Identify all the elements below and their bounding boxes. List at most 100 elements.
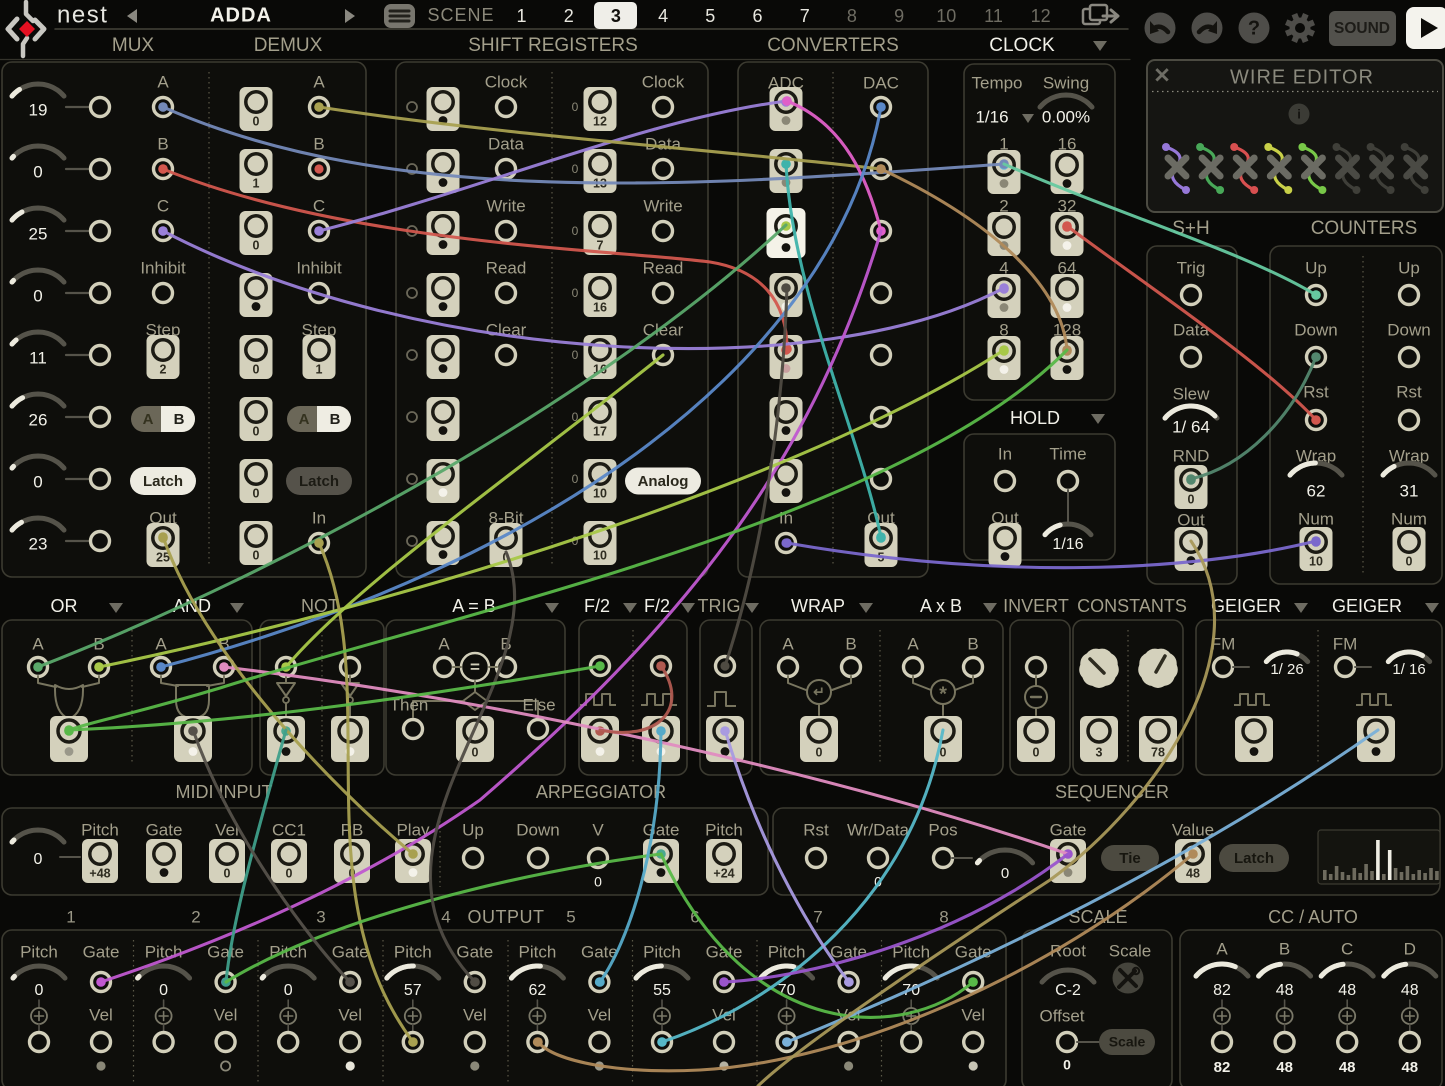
- svg-text:1: 1: [316, 362, 323, 376]
- svg-text:0: 0: [33, 472, 42, 491]
- svg-text:PB: PB: [341, 820, 364, 839]
- svg-text:Pos: Pos: [928, 820, 957, 839]
- svg-text:8: 8: [847, 6, 857, 26]
- svg-text:SOUND: SOUND: [1334, 20, 1390, 37]
- svg-text:Rst: Rst: [1303, 382, 1329, 401]
- svg-text:↵: ↵: [813, 684, 825, 700]
- svg-text:1: 1: [66, 907, 75, 926]
- svg-text:7: 7: [800, 6, 810, 26]
- svg-text:Latch: Latch: [299, 473, 339, 490]
- svg-text:COUNTERS: COUNTERS: [1311, 218, 1418, 239]
- svg-text:Pitch: Pitch: [643, 942, 681, 961]
- svg-text:1/ 16: 1/ 16: [1392, 661, 1425, 678]
- svg-text:57: 57: [404, 982, 422, 999]
- svg-text:C: C: [157, 196, 169, 215]
- svg-text:Gate: Gate: [83, 942, 120, 961]
- svg-text:Tie: Tie: [1119, 850, 1140, 867]
- svg-text:DEMUX: DEMUX: [254, 35, 323, 56]
- svg-text:62: 62: [529, 982, 547, 999]
- svg-text:B: B: [313, 134, 324, 153]
- svg-text:Gate: Gate: [146, 820, 183, 839]
- svg-text:0: 0: [224, 866, 231, 880]
- svg-text:CONVERTERS: CONVERTERS: [767, 35, 899, 56]
- svg-text:S+H: S+H: [1172, 218, 1210, 239]
- svg-text:0: 0: [472, 745, 479, 759]
- svg-text:B: B: [330, 411, 341, 428]
- svg-text:A: A: [1216, 939, 1228, 958]
- svg-text:48: 48: [1339, 1059, 1356, 1076]
- svg-text:i: i: [1297, 106, 1301, 121]
- svg-text:B: B: [845, 634, 856, 653]
- svg-text:11: 11: [29, 348, 47, 367]
- svg-text:0: 0: [253, 548, 260, 562]
- svg-text:B: B: [1279, 939, 1290, 958]
- svg-text:1: 1: [253, 176, 260, 190]
- svg-text:V: V: [592, 820, 604, 839]
- svg-text:+48: +48: [89, 866, 110, 880]
- svg-text:Scale: Scale: [1109, 941, 1152, 960]
- svg-text:A: A: [438, 634, 450, 653]
- svg-text:62: 62: [1307, 481, 1326, 500]
- svg-text:Gate: Gate: [1050, 820, 1087, 839]
- svg-text:Pitch: Pitch: [20, 942, 58, 961]
- svg-text:48: 48: [1338, 982, 1356, 999]
- svg-text:A: A: [157, 72, 169, 91]
- svg-text:RND: RND: [1173, 446, 1210, 465]
- svg-text:A: A: [907, 634, 919, 653]
- svg-text:Data: Data: [645, 134, 681, 153]
- svg-text:5: 5: [705, 6, 715, 26]
- svg-text:48: 48: [1276, 982, 1294, 999]
- svg-text:Read: Read: [486, 258, 527, 277]
- svg-text:F/2: F/2: [644, 596, 670, 616]
- svg-text:Trig: Trig: [1177, 258, 1206, 277]
- svg-text:B: B: [174, 411, 185, 428]
- svg-text:=: =: [470, 657, 480, 676]
- svg-text:0: 0: [1188, 492, 1195, 506]
- svg-text:4: 4: [658, 6, 668, 26]
- svg-text:WIRE EDITOR: WIRE EDITOR: [1230, 66, 1374, 88]
- svg-text:0: 0: [1406, 554, 1413, 568]
- svg-text:Latch: Latch: [143, 473, 183, 490]
- svg-text:Gate: Gate: [207, 942, 244, 961]
- svg-text:A: A: [143, 411, 154, 428]
- svg-text:Vel: Vel: [588, 1005, 612, 1024]
- svg-text:SEQUENCER: SEQUENCER: [1055, 782, 1169, 802]
- svg-text:10: 10: [936, 6, 956, 26]
- svg-text:3: 3: [611, 6, 621, 26]
- svg-text:Time: Time: [1049, 444, 1086, 463]
- svg-text:1/16: 1/16: [1052, 536, 1083, 553]
- svg-text:ARPEGGIATOR: ARPEGGIATOR: [536, 782, 666, 802]
- svg-text:48: 48: [1276, 1059, 1293, 1076]
- svg-text:1/ 26: 1/ 26: [1270, 661, 1303, 678]
- svg-text:DAC: DAC: [863, 73, 899, 92]
- svg-text:Clock: Clock: [485, 72, 528, 91]
- svg-text:2: 2: [191, 907, 200, 926]
- svg-text:16: 16: [593, 300, 607, 314]
- svg-text:D: D: [1404, 939, 1416, 958]
- svg-text:Vel: Vel: [338, 1005, 362, 1024]
- svg-text:Gate: Gate: [456, 942, 493, 961]
- svg-text:Vel: Vel: [463, 1005, 487, 1024]
- svg-text:0: 0: [816, 745, 823, 759]
- svg-text:Gate: Gate: [332, 942, 369, 961]
- svg-text:Down: Down: [516, 820, 559, 839]
- svg-text:CC / AUTO: CC / AUTO: [1268, 907, 1358, 927]
- svg-text:Up: Up: [1305, 258, 1327, 277]
- svg-text:Clock: Clock: [642, 72, 685, 91]
- svg-text:0: 0: [572, 162, 579, 176]
- svg-text:11: 11: [984, 6, 1003, 26]
- svg-text:12: 12: [593, 114, 607, 128]
- svg-text:55: 55: [653, 982, 671, 999]
- svg-text:0: 0: [253, 486, 260, 500]
- svg-text:Data: Data: [1173, 320, 1209, 339]
- svg-text:SHIFT REGISTERS: SHIFT REGISTERS: [468, 35, 638, 56]
- svg-text:17: 17: [593, 424, 607, 438]
- svg-text:Rst: Rst: [803, 820, 829, 839]
- svg-text:48: 48: [1401, 1059, 1418, 1076]
- svg-text:0: 0: [35, 982, 44, 999]
- svg-text:Pitch: Pitch: [394, 942, 432, 961]
- svg-text:F/2: F/2: [584, 596, 610, 616]
- svg-text:0: 0: [34, 851, 43, 868]
- svg-text:Up: Up: [462, 820, 484, 839]
- svg-text:A: A: [313, 72, 325, 91]
